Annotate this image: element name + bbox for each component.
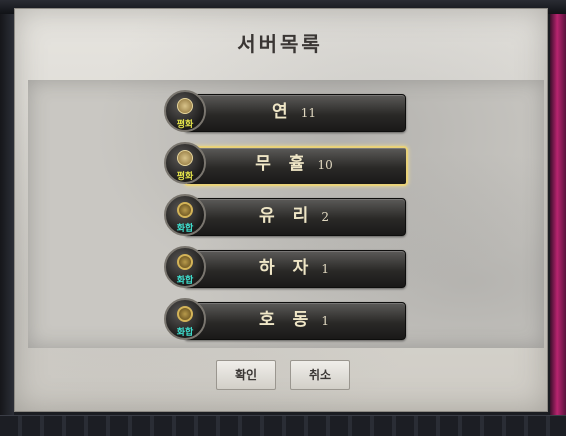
server-name: 호 동 (259, 310, 315, 330)
server-type-tag: 화합 (176, 276, 194, 286)
server-label: 호 동 1 (184, 302, 404, 338)
harmony-emblem-icon: 화합 (164, 194, 206, 236)
server-label: 유 리 2 (184, 198, 404, 234)
server-type-tag: 화합 (176, 328, 194, 338)
server-item-muhyul[interactable]: 무 휼 10 평화 (164, 142, 408, 186)
harmony-emblem-icon: 화합 (164, 298, 206, 340)
server-name: 하 자 (259, 258, 315, 278)
server-type-tag: 평화 (176, 172, 194, 182)
server-count: 1 (321, 314, 329, 328)
server-label: 무 휼 10 (184, 146, 404, 182)
server-name: 무 휼 (255, 154, 311, 174)
compass-icon (177, 254, 193, 270)
server-count: 2 (321, 210, 329, 224)
server-item-yeon[interactable]: 연 11 평화 (164, 90, 406, 132)
harmony-emblem-icon: 화합 (164, 246, 206, 288)
server-count: 1 (321, 262, 329, 276)
peace-emblem-icon: 평화 (164, 90, 206, 132)
server-type-tag: 화합 (176, 224, 194, 234)
compass-icon (177, 306, 193, 322)
window-frame-bottom (0, 415, 566, 436)
server-count: 11 (300, 106, 316, 120)
server-label: 연 11 (184, 94, 404, 130)
confirm-button[interactable]: 확인 (216, 360, 276, 390)
peace-emblem-icon: 평화 (164, 142, 206, 184)
server-name: 연 (271, 102, 294, 122)
server-count: 10 (317, 158, 333, 172)
window-frame-left (0, 14, 14, 415)
server-type-tag: 평화 (176, 120, 194, 130)
shield-icon (177, 150, 193, 166)
server-name: 유 리 (259, 206, 315, 226)
server-item-yuri[interactable]: 유 리 2 화합 (164, 194, 406, 236)
compass-icon (177, 202, 193, 218)
server-label: 하 자 1 (184, 250, 404, 286)
panel-title: 서버목록 (237, 32, 323, 56)
window-frame-right (550, 14, 566, 415)
cancel-button[interactable]: 취소 (290, 360, 350, 390)
server-item-hodong[interactable]: 호 동 1 화합 (164, 298, 406, 340)
shield-icon (177, 98, 193, 114)
server-item-haja[interactable]: 하 자 1 화합 (164, 246, 406, 288)
